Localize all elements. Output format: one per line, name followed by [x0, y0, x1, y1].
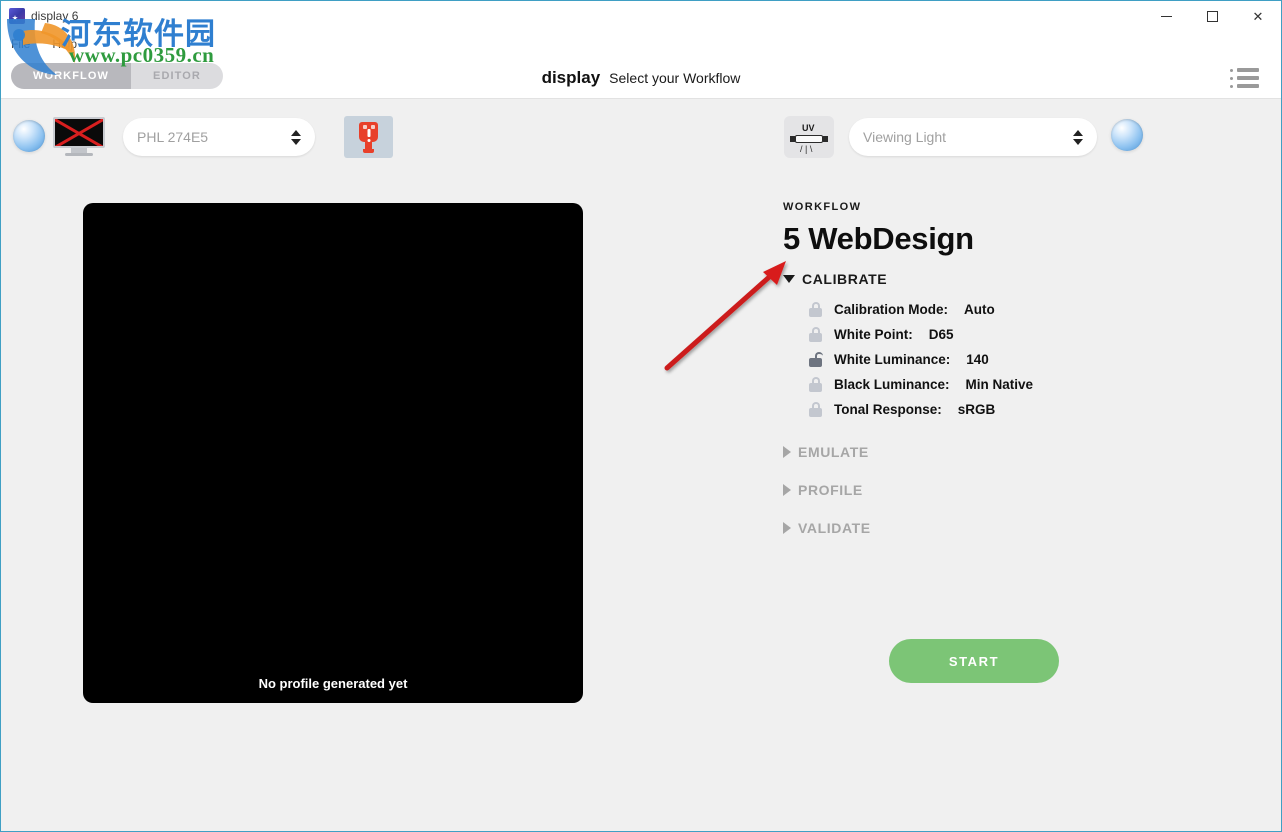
section-calibrate[interactable]: CALIBRATE Calibration Mode: Auto White P… [783, 271, 1223, 422]
lock-closed-icon[interactable] [809, 327, 822, 342]
chevron-down-icon [783, 275, 795, 283]
workflow-kicker-label: WORKFLOW [783, 201, 862, 213]
lock-closed-icon[interactable] [809, 377, 822, 392]
lock-closed-icon[interactable] [809, 402, 822, 417]
section-emulate[interactable]: EMULATE [783, 444, 1223, 460]
app-logo-icon [9, 8, 25, 24]
window-title: display 6 [31, 9, 79, 23]
maximize-icon [1206, 10, 1218, 22]
header-bar: WORKFLOW EDITOR display Select your Work… [1, 57, 1281, 99]
setting-row-black-luminance: Black Luminance: Min Native [783, 372, 1223, 397]
chevron-updown-icon [291, 129, 301, 145]
menu-item-file[interactable]: File [11, 37, 30, 51]
brand-label: display [541, 68, 601, 87]
setting-row-white-luminance: White Luminance: 140 [783, 347, 1223, 372]
minimize-button[interactable] [1143, 1, 1189, 31]
title-bar: display 6 ✕ [1, 1, 1281, 31]
setting-label: Black Luminance: [834, 377, 950, 392]
section-profile-label: PROFILE [798, 482, 863, 498]
window-controls: ✕ [1143, 1, 1281, 31]
profile-preview-panel: No profile generated yet [83, 203, 583, 703]
calibrate-settings-list: Calibration Mode: Auto White Point: D65 … [783, 297, 1223, 422]
setting-value: Auto [964, 302, 995, 317]
setting-row-tonal-response: Tonal Response: sRGB [783, 397, 1223, 422]
uv-rays-icon: / | \ [800, 144, 813, 154]
section-calibrate-label: CALIBRATE [802, 271, 888, 287]
chevron-right-icon [783, 446, 791, 458]
setting-label: White Point: [834, 327, 913, 342]
blue-sphere-icon-right[interactable] [1111, 119, 1143, 151]
setting-label: Tonal Response: [834, 402, 942, 417]
maximize-button[interactable] [1189, 1, 1235, 31]
page-title: display Select your Workflow [1, 57, 1281, 99]
page-subtitle: Select your Workflow [609, 70, 741, 86]
setting-label: White Luminance: [834, 352, 951, 367]
setting-label: Calibration Mode: [834, 302, 948, 317]
lock-closed-icon[interactable] [809, 302, 822, 317]
uv-lamp-icon[interactable]: UV / | \ [784, 116, 834, 158]
lock-open-icon[interactable] [809, 352, 823, 367]
workflow-panel: WORKFLOW 5 WebDesign CALIBRATE Calibrati… [783, 201, 1223, 536]
blue-sphere-icon-left[interactable] [13, 120, 45, 152]
chevron-right-icon [783, 484, 791, 496]
setting-row-calibration-mode: Calibration Mode: Auto [783, 297, 1223, 322]
menu-item-help[interactable]: Help [52, 37, 77, 51]
workflow-step-strip: 1 Softproof 4 Video 5 WebDesign 6 Manual… [1, 719, 1281, 831]
application-window: display 6 ✕ File Help WORKFLOW EDITOR di… [0, 0, 1282, 832]
hamburger-menu-icon[interactable] [1230, 68, 1259, 88]
chevron-right-icon [783, 522, 791, 534]
menu-bar: File Help [1, 31, 1281, 57]
section-emulate-label: EMULATE [798, 444, 869, 460]
usb-warning-icon[interactable] [344, 116, 393, 158]
close-button[interactable]: ✕ [1235, 1, 1281, 31]
section-validate-label: VALIDATE [798, 520, 871, 536]
monitor-disconnected-icon[interactable] [53, 117, 105, 157]
preview-status-text: No profile generated yet [258, 676, 408, 691]
chevron-updown-icon [1073, 129, 1083, 145]
setting-row-white-point: White Point: D65 [783, 322, 1223, 347]
setting-value: 140 [966, 352, 989, 367]
uv-label: UV [802, 123, 815, 133]
display-select[interactable]: PHL 274E5 [123, 118, 315, 156]
section-validate[interactable]: VALIDATE [783, 520, 1223, 536]
setting-value: sRGB [957, 402, 996, 417]
start-button[interactable]: START [889, 639, 1059, 683]
setting-value: D65 [928, 327, 954, 342]
minimize-icon [1160, 15, 1172, 17]
viewing-light-select[interactable]: Viewing Light [849, 118, 1097, 156]
setting-value: Min Native [965, 377, 1034, 392]
section-profile[interactable]: PROFILE [783, 482, 1223, 498]
close-icon: ✕ [1252, 8, 1264, 24]
workflow-name: 5 WebDesign [783, 221, 974, 256]
viewing-light-select-value: Viewing Light [863, 129, 947, 145]
display-select-value: PHL 274E5 [137, 129, 209, 145]
